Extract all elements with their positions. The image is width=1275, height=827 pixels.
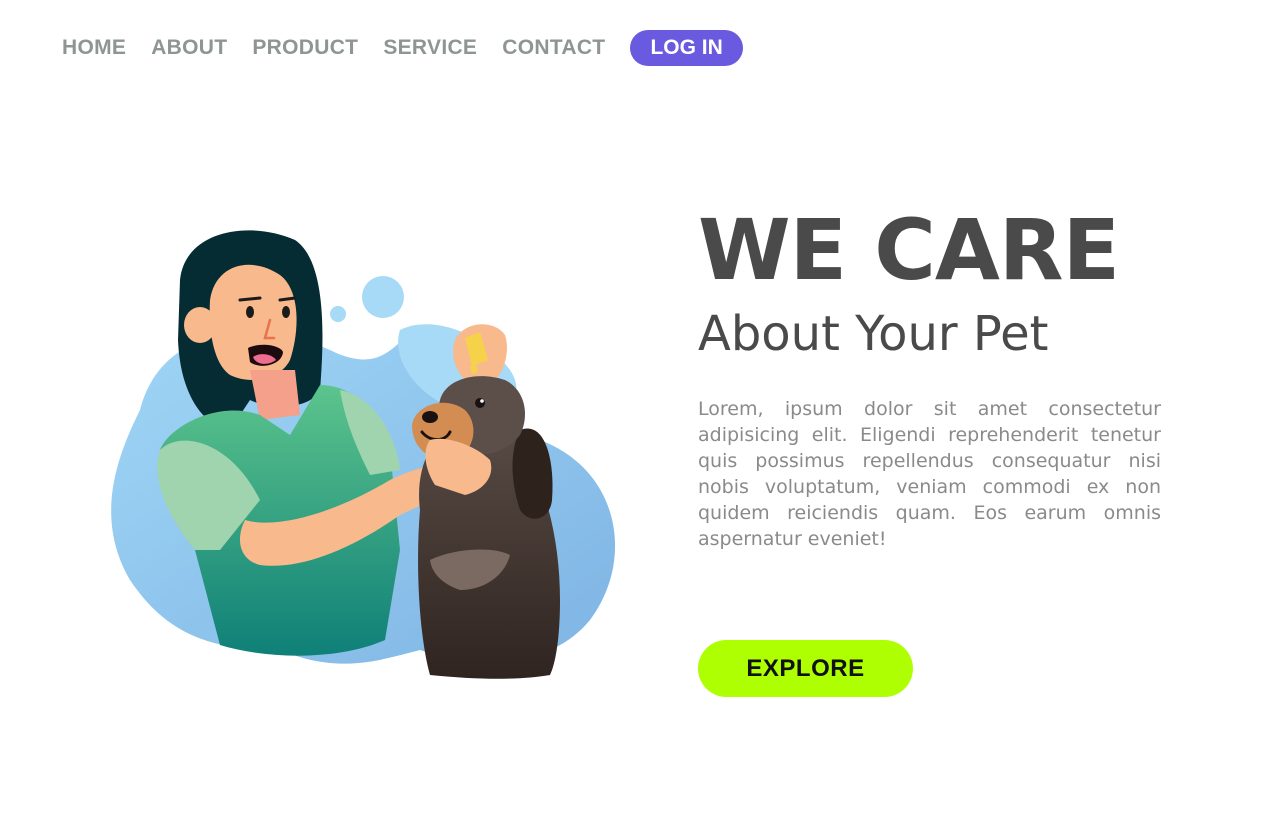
- main-nav: HOME ABOUT PRODUCT SERVICE CONTACT LOG I…: [62, 30, 743, 66]
- nav-link-contact[interactable]: CONTACT: [502, 36, 605, 60]
- login-button[interactable]: LOG IN: [630, 30, 743, 66]
- landing-page: HOME ABOUT PRODUCT SERVICE CONTACT LOG I…: [0, 0, 1275, 827]
- hero-title: WE CARE: [698, 201, 1120, 299]
- hero-description: Lorem, ipsum dolor sit amet consectetur …: [698, 398, 1161, 550]
- nav-link-about[interactable]: ABOUT: [151, 36, 227, 60]
- hero-illustration: [100, 220, 630, 690]
- woman-dog-illustration-icon: [111, 230, 616, 679]
- nav-link-service[interactable]: SERVICE: [383, 36, 477, 60]
- explore-button[interactable]: EXPLORE: [698, 640, 913, 697]
- nav-link-product[interactable]: PRODUCT: [252, 36, 358, 60]
- hero-text: WE CARE About Your Pet Lorem, ipsum dolo…: [698, 200, 1161, 552]
- hero-subtitle: About Your Pet: [698, 306, 1049, 362]
- nav-link-home[interactable]: HOME: [62, 36, 126, 60]
